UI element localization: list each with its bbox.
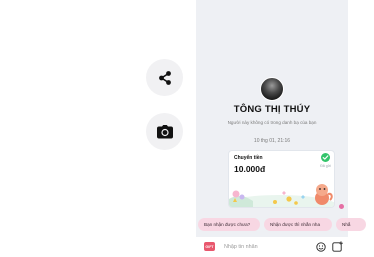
check-icon bbox=[321, 153, 330, 162]
transfer-status: Đã gửi bbox=[320, 164, 331, 168]
reaction-indicator[interactable] bbox=[339, 204, 344, 209]
add-attachment-icon[interactable] bbox=[332, 241, 343, 252]
share-button[interactable] bbox=[146, 59, 183, 96]
camera-button[interactable] bbox=[146, 113, 183, 150]
quick-reply-chip[interactable]: Nhận được thì nhắn nha bbox=[264, 218, 332, 231]
emoji-icon[interactable] bbox=[316, 242, 326, 252]
share-icon bbox=[158, 70, 171, 85]
camera-icon bbox=[156, 124, 173, 138]
gift-button[interactable]: GIFT bbox=[204, 242, 215, 251]
transfer-title: Chuyển tiền bbox=[234, 155, 263, 161]
money-transfer-card[interactable]: Chuyển tiền 10.000đ Đã gửi bbox=[228, 150, 335, 208]
quick-reply-chip[interactable]: Nhắ bbox=[336, 218, 366, 231]
contact-avatar[interactable] bbox=[260, 77, 284, 101]
message-input[interactable] bbox=[224, 241, 312, 253]
contact-name: TÔNG THỊ THÚY bbox=[233, 104, 311, 115]
transfer-amount: 10.000đ bbox=[234, 164, 266, 174]
message-timestamp: 10 thg 01, 21:16 bbox=[253, 138, 291, 144]
contact-subtitle: Người này không có trong danh bạ của bạn bbox=[227, 120, 317, 125]
transfer-illustration bbox=[229, 184, 334, 207]
message-composer: GIFT bbox=[196, 237, 348, 257]
quick-reply-chip[interactable]: Bạn nhận được chưa? bbox=[198, 218, 260, 231]
